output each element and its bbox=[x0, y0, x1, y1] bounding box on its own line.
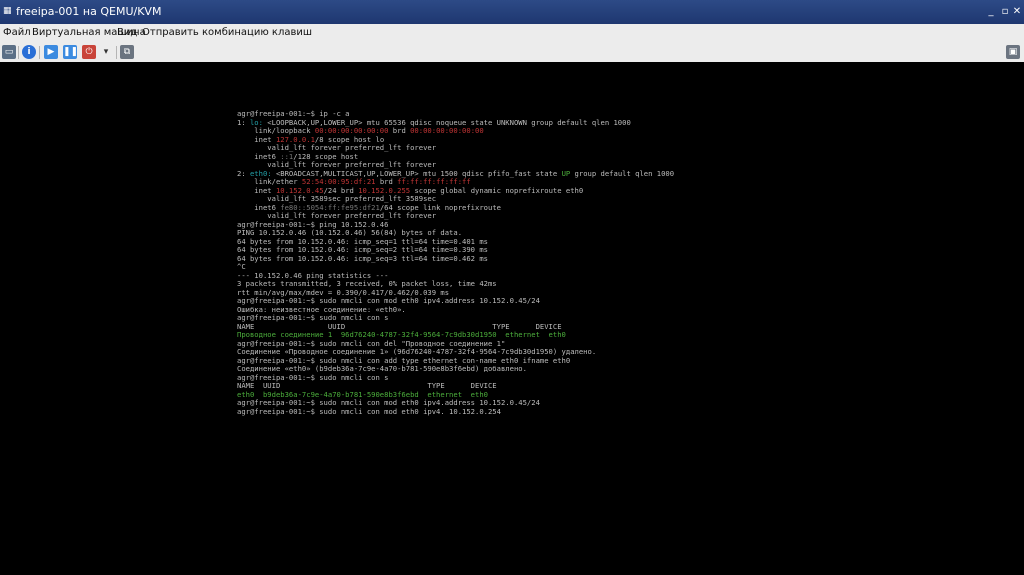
minimize-button[interactable]: _ bbox=[984, 5, 998, 19]
snapshot-icon[interactable]: ⧉ bbox=[120, 45, 134, 59]
terminal-text: 00:00:00:00:00:00 bbox=[410, 126, 484, 135]
vm-console-screen[interactable]: agr@freeipa-001:~$ ip -c a 1: lo: <LOOPBA… bbox=[0, 62, 1024, 575]
power-icon[interactable]: ⏻ bbox=[82, 45, 96, 59]
menu-send-key[interactable]: Отправить комбинацию клавиш bbox=[142, 27, 312, 39]
info-icon[interactable]: i bbox=[22, 45, 36, 59]
app-icon: ▦ bbox=[3, 6, 12, 16]
dropdown-icon[interactable]: ▾ bbox=[99, 45, 113, 59]
menu-view[interactable]: Вид bbox=[117, 27, 137, 39]
terminal-text: brd bbox=[388, 126, 411, 135]
play-icon[interactable]: ▶ bbox=[44, 45, 58, 59]
window-title: freeipa-001 на QEMU/KVM bbox=[16, 5, 162, 18]
toolbar-separator bbox=[116, 46, 117, 59]
toolbar-separator bbox=[18, 46, 19, 59]
terminal-output: agr@freeipa-001:~$ ip -c a 1: lo: <LOOPBA… bbox=[237, 109, 675, 417]
terminal-text: agr@freeipa-001:~$ sudo nmcli con mod et… bbox=[237, 406, 501, 416]
pause-icon[interactable]: ❚❚ bbox=[63, 45, 78, 59]
fullscreen-icon[interactable]: ▣ bbox=[1006, 45, 1020, 59]
toolbar: ▭ i ▶ ❚❚ ⏻ ▾ ⧉ ▣ bbox=[0, 42, 1024, 63]
terminal-text: 64 bytes from 10.152.0.46: icmp_seq=3 tt… bbox=[237, 253, 488, 263]
close-button[interactable]: ✕ bbox=[1010, 5, 1024, 19]
window-titlebar: ▦ freeipa-001 на QEMU/KVM _ ▫ ✕ bbox=[0, 0, 1024, 24]
menu-bar: Файл Виртуальная машина Вид Отправить ко… bbox=[0, 24, 1024, 43]
menu-file[interactable]: Файл bbox=[3, 27, 31, 39]
terminal-text: scope global dynamic noprefixroute eth0 bbox=[410, 185, 584, 195]
toolbar-separator bbox=[39, 46, 40, 59]
terminal-line: agr@freeipa-001:~$ sudo nmcli con mod et… bbox=[237, 406, 674, 417]
terminal-text: group default qlen 1000 bbox=[570, 168, 675, 178]
monitor-icon[interactable]: ▭ bbox=[2, 45, 16, 59]
terminal-text: UP bbox=[561, 168, 571, 178]
terminal-line: 64 bytes from 10.152.0.46: icmp_seq=3 tt… bbox=[237, 253, 674, 264]
